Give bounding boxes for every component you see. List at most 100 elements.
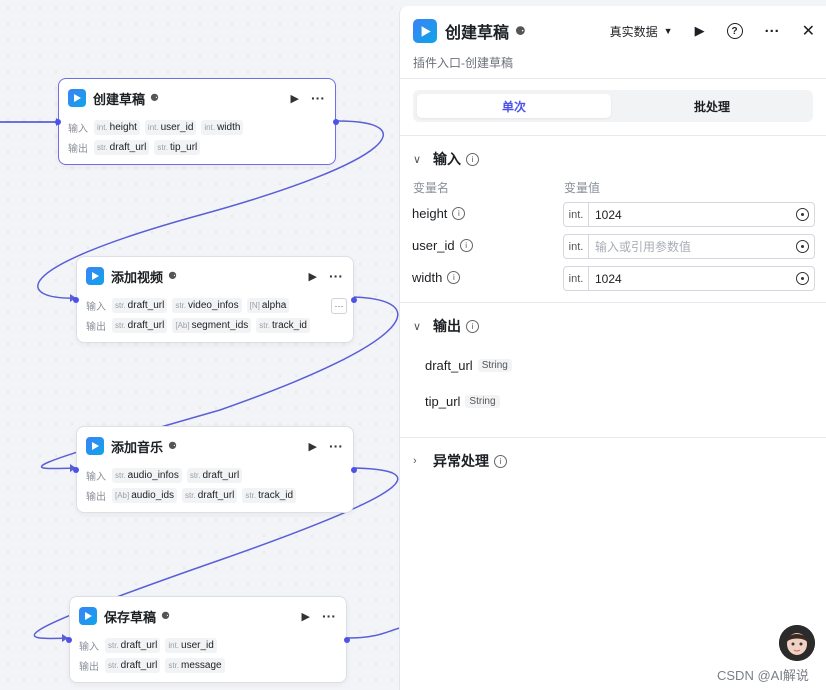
help-icon[interactable]: ? (726, 23, 743, 39)
error-section-header[interactable]: › 异常处理 i (413, 451, 507, 471)
section-title: 输入 (433, 151, 461, 167)
width-input[interactable]: int. 1024 (563, 266, 815, 291)
plugin-icon (86, 267, 104, 285)
input-section-header[interactable]: ∨ 输入 i (413, 149, 479, 169)
output-row: draft_url String (425, 355, 512, 375)
reference-icon[interactable] (796, 208, 809, 221)
node-more-button[interactable]: ··· (329, 268, 343, 284)
param-pill: [Ab] segment_ids (172, 317, 252, 333)
plugin-tag-icon: ⚈ (168, 440, 177, 452)
var-name: user_id (412, 238, 455, 253)
avatar[interactable] (779, 625, 815, 661)
node-title: 添加音乐 (111, 439, 164, 455)
plugin-tag-icon: ⚈ (515, 24, 526, 38)
info-icon: i (447, 271, 461, 284)
node-output-row: 输出 str. draft_url str. tip_url (68, 139, 205, 155)
type-label: int. (564, 267, 589, 290)
plugin-icon (86, 437, 104, 455)
input-value: 1024 (595, 271, 622, 286)
param-pill: str. draft_url (186, 467, 243, 483)
data-source-select[interactable]: 真实数据 ▼ (610, 23, 673, 40)
node-more-button[interactable]: ··· (311, 90, 325, 106)
input-label: 输入 (79, 641, 99, 653)
node-title: 保存草稿 (104, 609, 157, 625)
caret-down-icon: ▼ (663, 26, 673, 36)
watermark: CSDN @AI解说 (717, 668, 809, 683)
input-port[interactable] (73, 467, 79, 473)
output-type-badge: String (465, 394, 500, 408)
input-label: 输入 (86, 301, 106, 313)
tab-batch[interactable]: 批处理 (615, 94, 809, 118)
output-port[interactable] (351, 297, 357, 303)
column-header-name: 变量名 (413, 181, 450, 195)
plugin-icon (68, 89, 86, 107)
param-pill: str. draft_url (105, 657, 161, 673)
node-add-music[interactable]: 添加音乐 ⚈ ▶ ··· 输入 str. audio_infos str. draf… (73, 426, 357, 513)
chevron-down-icon: ∨ (413, 153, 422, 166)
more-icon[interactable]: ··· (765, 23, 780, 40)
section-title: 输出 (433, 318, 461, 334)
input-row-width: width i int. 1024 (412, 266, 815, 291)
output-section-header[interactable]: ∨ 输出 i (413, 316, 479, 336)
param-pill: str. video_infos (172, 297, 242, 313)
more-params-button[interactable]: ··· (331, 298, 347, 314)
type-label: int. (564, 235, 589, 258)
reference-icon[interactable] (796, 240, 809, 253)
height-input[interactable]: int. 1024 (563, 202, 815, 227)
param-pill: str. draft_url (112, 297, 168, 313)
input-row-height: height i int. 1024 (412, 202, 815, 227)
param-pill: str. tip_url (154, 139, 201, 155)
info-icon: i (452, 207, 466, 220)
node-input-row: 输入 str. audio_infos str. draft_url (86, 467, 247, 483)
node-add-video[interactable]: 添加视频 ⚈ ▶ ··· 输入 str. draft_url str. video_… (73, 256, 357, 343)
run-node-button[interactable]: ▶ (291, 92, 299, 105)
panel-subtitle: 插件入口-创建草稿 (413, 56, 513, 70)
node-detail-panel: 创建草稿 ⚈ 真实数据 ▼ ▶ ? ··· ✕ 插件入口-创建草稿 单次 批处理… (399, 6, 826, 690)
column-header-value: 变量值 (564, 181, 601, 195)
plugin-icon (413, 19, 437, 43)
node-input-row: 输入 int. height int. user_id int. width (68, 119, 248, 135)
input-port[interactable] (66, 637, 72, 643)
output-port[interactable] (333, 119, 339, 125)
param-pill: str. message (165, 657, 225, 673)
node-save-draft[interactable]: 保存草稿 ⚈ ▶ ··· 输入 str. draft_url int. user_i… (66, 596, 350, 683)
type-label: int. (564, 203, 589, 226)
param-pill: str. draft_url (182, 487, 238, 503)
node-output-row: 输出 [Ab] audio_ids str. draft_url str. track… (86, 487, 301, 503)
plugin-tag-icon: ⚈ (150, 92, 159, 104)
param-pill: str. track_id (242, 487, 297, 503)
param-pill: [Ab] audio_ids (112, 487, 178, 503)
output-port[interactable] (344, 637, 350, 643)
run-button[interactable]: ▶ (695, 23, 705, 39)
param-pill: str. draft_url (105, 637, 161, 653)
tab-single[interactable]: 单次 (417, 94, 611, 118)
section-title: 异常处理 (433, 453, 489, 469)
input-label: 输入 (86, 471, 106, 483)
node-more-button[interactable]: ··· (329, 438, 343, 454)
close-icon[interactable]: ✕ (802, 21, 815, 41)
run-node-button[interactable]: ▶ (302, 610, 310, 623)
chevron-right-icon: › (413, 455, 417, 467)
run-node-button[interactable]: ▶ (309, 440, 317, 453)
node-input-row: 输入 str. draft_url str. video_infos [N] alph… (86, 297, 331, 313)
plugin-icon (79, 607, 97, 625)
run-node-button[interactable]: ▶ (309, 270, 317, 283)
divider (400, 302, 826, 303)
info-icon: i (494, 454, 507, 468)
param-pill: str. draft_url (112, 317, 168, 333)
plugin-tag-icon: ⚈ (168, 270, 177, 282)
user-id-input[interactable]: int. 输入或引用参数值 (563, 234, 815, 259)
node-create-draft[interactable]: 创建草稿 ⚈ ▶ ··· 输入 int. height int. user_id i… (55, 78, 339, 165)
input-port[interactable] (55, 119, 61, 125)
output-port[interactable] (351, 467, 357, 473)
divider (400, 78, 826, 79)
param-pill: str. track_id (256, 317, 310, 333)
var-name: height (412, 206, 448, 221)
output-name: tip_url (425, 393, 461, 409)
info-icon: i (459, 239, 473, 252)
node-more-button[interactable]: ··· (322, 608, 336, 624)
reference-icon[interactable] (796, 272, 809, 285)
input-port[interactable] (73, 297, 79, 303)
divider (400, 437, 826, 438)
input-label: 输入 (68, 123, 88, 135)
